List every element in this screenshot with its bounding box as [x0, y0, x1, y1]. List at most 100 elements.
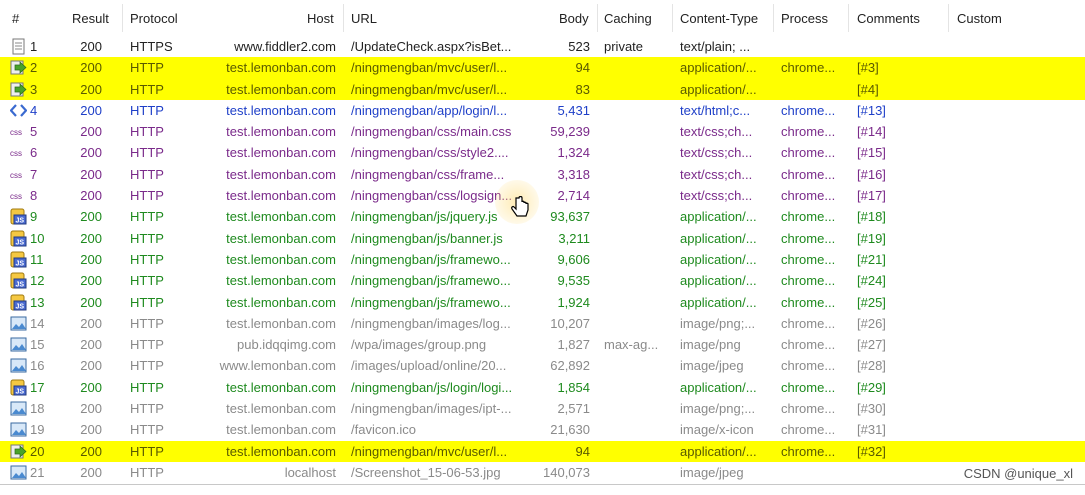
- caching-cell: max-ag...: [604, 337, 659, 353]
- session-row[interactable]: 14 200 HTTP test.lemonban.com/ningmengban/i…: [0, 313, 1085, 334]
- session-row[interactable]: css 6 200 HTTP test.lemonban.com/ningmengban…: [0, 142, 1085, 163]
- css-icon: css: [10, 144, 27, 161]
- column-header-num[interactable]: #: [12, 11, 19, 26]
- host-cell: test.lemonban.com: [226, 294, 336, 310]
- column-divider[interactable]: [122, 4, 123, 32]
- session-row[interactable]: 2 200 HTTP test.lemonban.com/ningmengban/mv…: [0, 57, 1085, 79]
- css-icon: css: [10, 166, 27, 183]
- url-cell: /ningmengban/js/jquery.js: [351, 209, 498, 225]
- image-icon: [10, 315, 27, 332]
- session-row[interactable]: css 7 200 HTTP test.lemonban.com/ningmengban…: [0, 164, 1085, 185]
- column-divider[interactable]: [597, 4, 598, 32]
- result-cell: 200: [80, 273, 102, 289]
- session-row[interactable]: css 8 200 HTTP test.lemonban.com/ningmengban…: [0, 185, 1085, 206]
- session-row[interactable]: 19 200 HTTP test.lemonban.com/favicon.ico 21…: [0, 419, 1085, 440]
- body-size-cell: 21,630: [550, 422, 590, 438]
- process-cell: chrome...: [781, 315, 836, 331]
- content-type-cell: text/html;c...: [680, 102, 751, 118]
- column-header-host[interactable]: Host: [307, 11, 334, 26]
- session-row[interactable]: JS 10 200 HTTP test.lemonban.com/ningmengban…: [0, 228, 1085, 249]
- session-row[interactable]: 16 200 HTTP www.lemonban.com/images/upload/…: [0, 355, 1085, 376]
- session-row[interactable]: JS 17 200 HTTP test.lemonban.com/ningmengban…: [0, 377, 1085, 398]
- body-size-cell: 140,073: [543, 464, 590, 480]
- url-cell: /wpa/images/group.png: [351, 337, 487, 353]
- result-cell: 200: [80, 294, 102, 310]
- result-cell: 200: [80, 102, 102, 118]
- url-cell: /ningmengban/mvc/user/l...: [351, 60, 508, 76]
- column-divider[interactable]: [343, 4, 344, 32]
- body-size-cell: 94: [575, 443, 590, 459]
- process-cell: chrome...: [781, 337, 836, 353]
- column-header-process[interactable]: Process: [781, 11, 828, 26]
- comments-cell: [#21]: [857, 251, 886, 267]
- content-type-cell: image/x-icon: [680, 422, 754, 438]
- session-row[interactable]: 4 200 HTTP test.lemonban.com/ningmengban/ap…: [0, 100, 1085, 121]
- content-type-cell: application/...: [680, 209, 757, 225]
- column-divider[interactable]: [773, 4, 774, 32]
- session-row[interactable]: 3 200 HTTP test.lemonban.com/ningmengban/mv…: [0, 78, 1085, 100]
- comments-cell: [#19]: [857, 230, 886, 246]
- column-header-caching[interactable]: Caching: [604, 11, 652, 26]
- js-icon: JS: [10, 379, 27, 396]
- process-cell: chrome...: [781, 188, 836, 204]
- document-icon: [10, 38, 27, 55]
- column-divider[interactable]: [672, 4, 673, 32]
- comments-cell: [#15]: [857, 145, 886, 161]
- result-cell: 200: [80, 209, 102, 225]
- column-divider[interactable]: [948, 4, 949, 32]
- arrow-right-icon: [10, 443, 27, 460]
- process-cell: chrome...: [781, 443, 836, 459]
- url-cell: /ningmengban/mvc/user/l...: [351, 443, 508, 459]
- url-cell: /ningmengban/css/frame...: [351, 166, 505, 182]
- content-type-cell: application/...: [680, 273, 757, 289]
- session-row[interactable]: JS 11 200 HTTP test.lemonban.com/ningmengban…: [0, 249, 1085, 270]
- content-type-cell: text/css;ch...: [680, 188, 753, 204]
- content-type-cell: text/plain; ...: [680, 39, 751, 54]
- column-header-url[interactable]: URL: [351, 11, 377, 26]
- svg-text:JS: JS: [16, 260, 25, 267]
- comments-cell: [#32]: [857, 443, 886, 459]
- session-row[interactable]: JS 13 200 HTTP test.lemonban.com/ningmengban…: [0, 292, 1085, 313]
- host-cell: test.lemonban.com: [226, 379, 336, 395]
- comments-cell: [#16]: [857, 166, 886, 182]
- url-cell: /ningmengban/js/framewo...: [351, 251, 511, 267]
- comments-cell: [#27]: [857, 337, 886, 353]
- js-icon: JS: [10, 294, 27, 311]
- result-cell: 200: [80, 251, 102, 267]
- arrow-right-icon: [10, 59, 27, 76]
- session-row[interactable]: JS 12 200 HTTP test.lemonban.com/ningmengban…: [0, 270, 1085, 291]
- session-row[interactable]: 15 200 HTTP pub.idqqimg.com/wpa/images/grou…: [0, 334, 1085, 355]
- session-row[interactable]: 20 200 HTTP test.lemonban.com/ningmengban/m…: [0, 440, 1085, 462]
- session-row[interactable]: JS 9 200 HTTP test.lemonban.com/ningmengban/…: [0, 206, 1085, 227]
- column-divider[interactable]: [848, 4, 849, 32]
- process-cell: chrome...: [781, 230, 836, 246]
- css-icon: css: [10, 187, 27, 204]
- comments-cell: [#31]: [857, 422, 886, 438]
- arrow-right-icon: [10, 81, 27, 98]
- host-cell: test.lemonban.com: [226, 251, 336, 267]
- host-cell: localhost: [284, 464, 336, 480]
- column-header-custom[interactable]: Custom: [957, 11, 1002, 26]
- column-header-comments[interactable]: Comments: [857, 11, 920, 26]
- process-cell: chrome...: [781, 379, 836, 395]
- session-row[interactable]: 21 200 HTTP localhost/Screenshot_15-06-53.j…: [0, 462, 1085, 483]
- column-header-result[interactable]: Result: [72, 11, 109, 26]
- image-icon: [10, 421, 27, 438]
- session-row[interactable]: css 5 200 HTTP test.lemonban.com/ningmengban…: [0, 121, 1085, 142]
- content-type-cell: image/jpeg: [680, 464, 744, 480]
- host-cell: test.lemonban.com: [226, 60, 336, 76]
- result-cell: 200: [80, 81, 102, 97]
- column-header-content-type[interactable]: Content-Type: [680, 11, 758, 26]
- session-row[interactable]: 18 200 HTTP test.lemonban.com/ningmengban/i…: [0, 398, 1085, 419]
- result-cell: 200: [80, 60, 102, 76]
- content-type-cell: image/png: [680, 337, 741, 353]
- result-cell: 200: [80, 230, 102, 246]
- column-header-protocol[interactable]: Protocol: [130, 11, 178, 26]
- content-type-cell: application/...: [680, 251, 757, 267]
- content-type-cell: text/css;ch...: [680, 145, 753, 161]
- session-row[interactable]: 1 200 HTTPS www.fiddler2.com/UpdateCheck.as…: [0, 36, 1085, 57]
- body-size-cell: 9,606: [557, 251, 590, 267]
- image-icon: [10, 336, 27, 353]
- body-size-cell: 1,854: [557, 379, 590, 395]
- column-header-body[interactable]: Body: [559, 11, 589, 26]
